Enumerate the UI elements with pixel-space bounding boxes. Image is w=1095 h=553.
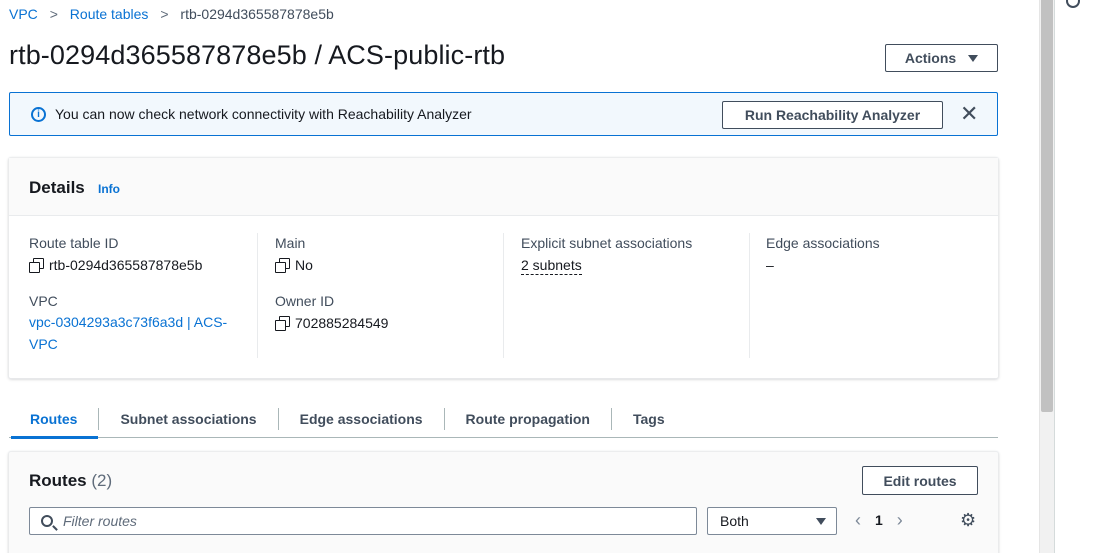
chevron-right-icon[interactable]: › [897, 511, 903, 529]
breadcrumb-current: rtb-0294d365587878e5b [180, 6, 334, 22]
reachability-flash-banner: i You can now check network connectivity… [9, 92, 998, 136]
route-type-select-value: Both [720, 513, 749, 529]
flash-message: You can now check network connectivity w… [55, 106, 472, 122]
tab-routes[interactable]: Routes [9, 400, 99, 439]
edit-routes-button[interactable]: Edit routes [862, 466, 978, 495]
vpc-label: VPC [29, 293, 58, 309]
explicit-subnet-associations-label: Explicit subnet associations [521, 235, 693, 251]
edge-associations-label: Edge associations [766, 235, 880, 251]
actions-dropdown-button[interactable]: Actions [885, 44, 998, 72]
details-header: Details Info [9, 158, 998, 216]
explicit-subnet-associations-link[interactable]: 2 subnets [521, 256, 582, 275]
tab-tags[interactable]: Tags [612, 400, 686, 438]
caret-down-icon [968, 54, 979, 62]
right-side-panel [1054, 0, 1095, 553]
routes-title: Routes [29, 471, 87, 490]
scrollbar-thumb[interactable] [1041, 0, 1053, 412]
route-type-select[interactable]: Both [707, 507, 837, 535]
details-info-link[interactable]: Info [98, 182, 120, 196]
main-label: Main [275, 235, 306, 251]
tab-route-propagation[interactable]: Route propagation [445, 400, 611, 438]
breadcrumb-vpc[interactable]: VPC [9, 6, 38, 22]
caret-down-icon [816, 518, 826, 525]
filter-routes-input[interactable] [63, 512, 663, 530]
copy-icon[interactable] [275, 316, 290, 331]
pagination: ‹ 1 › [855, 511, 903, 529]
vpc-link-line-2[interactable]: VPC [29, 333, 257, 355]
owner-id-value: 702885284549 [275, 311, 503, 335]
owner-id-label: Owner ID [275, 293, 335, 309]
route-table-id-value: rtb-0294d365587878e5b [29, 253, 257, 277]
breadcrumb: VPC > Route tables > rtb-0294d365587878e… [9, 6, 334, 22]
details-column-2: Main No Owner ID 702885284549 [275, 233, 504, 358]
routes-heading: Routes (2) [29, 471, 112, 491]
chevron-left-icon[interactable]: ‹ [855, 511, 861, 529]
breadcrumb-route-tables[interactable]: Route tables [70, 6, 149, 22]
main-value: No [275, 253, 503, 277]
edge-associations-value: – [766, 257, 774, 273]
gear-icon[interactable]: ⚙ [960, 511, 976, 529]
filter-routes-field[interactable] [29, 507, 697, 535]
close-icon[interactable]: ✕ [960, 103, 978, 125]
copy-icon[interactable] [29, 258, 44, 273]
owner-id-text: 702885284549 [295, 315, 389, 331]
page-number[interactable]: 1 [875, 512, 883, 528]
routes-panel: Routes (2) Edit routes Both ‹ 1 › ⚙ [9, 452, 998, 553]
actions-label: Actions [904, 50, 957, 66]
copy-icon[interactable] [275, 258, 290, 273]
info-icon: i [31, 107, 46, 122]
details-title: Details [29, 178, 85, 197]
details-column-4: Edge associations – [766, 233, 986, 358]
routes-count: (2) [91, 471, 113, 490]
vpc-link[interactable]: vpc-0304293a3c73f6a3d | ACS- VPC [29, 311, 257, 355]
vpc-link-line-1[interactable]: vpc-0304293a3c73f6a3d | ACS- [29, 311, 257, 333]
tab-subnet-associations[interactable]: Subnet associations [99, 400, 277, 438]
chevron-right-icon: > [49, 6, 58, 22]
chevron-right-icon: > [160, 6, 169, 22]
main-text: No [295, 257, 313, 273]
route-table-id-text: rtb-0294d365587878e5b [49, 257, 203, 273]
details-column-1: Route table ID rtb-0294d365587878e5b VPC… [29, 233, 258, 358]
tab-edge-associations[interactable]: Edge associations [279, 400, 444, 438]
details-column-3: Explicit subnet associations 2 subnets [521, 233, 750, 358]
details-panel: Details Info Route table ID rtb-0294d365… [9, 158, 998, 378]
search-icon [41, 515, 53, 527]
run-reachability-analyzer-button[interactable]: Run Reachability Analyzer [722, 101, 943, 129]
route-table-id-label: Route table ID [29, 235, 119, 251]
tab-bar: Routes Subnet associations Edge associat… [9, 400, 998, 439]
page-title: rtb-0294d365587878e5b / ACS-public-rtb [9, 40, 506, 70]
